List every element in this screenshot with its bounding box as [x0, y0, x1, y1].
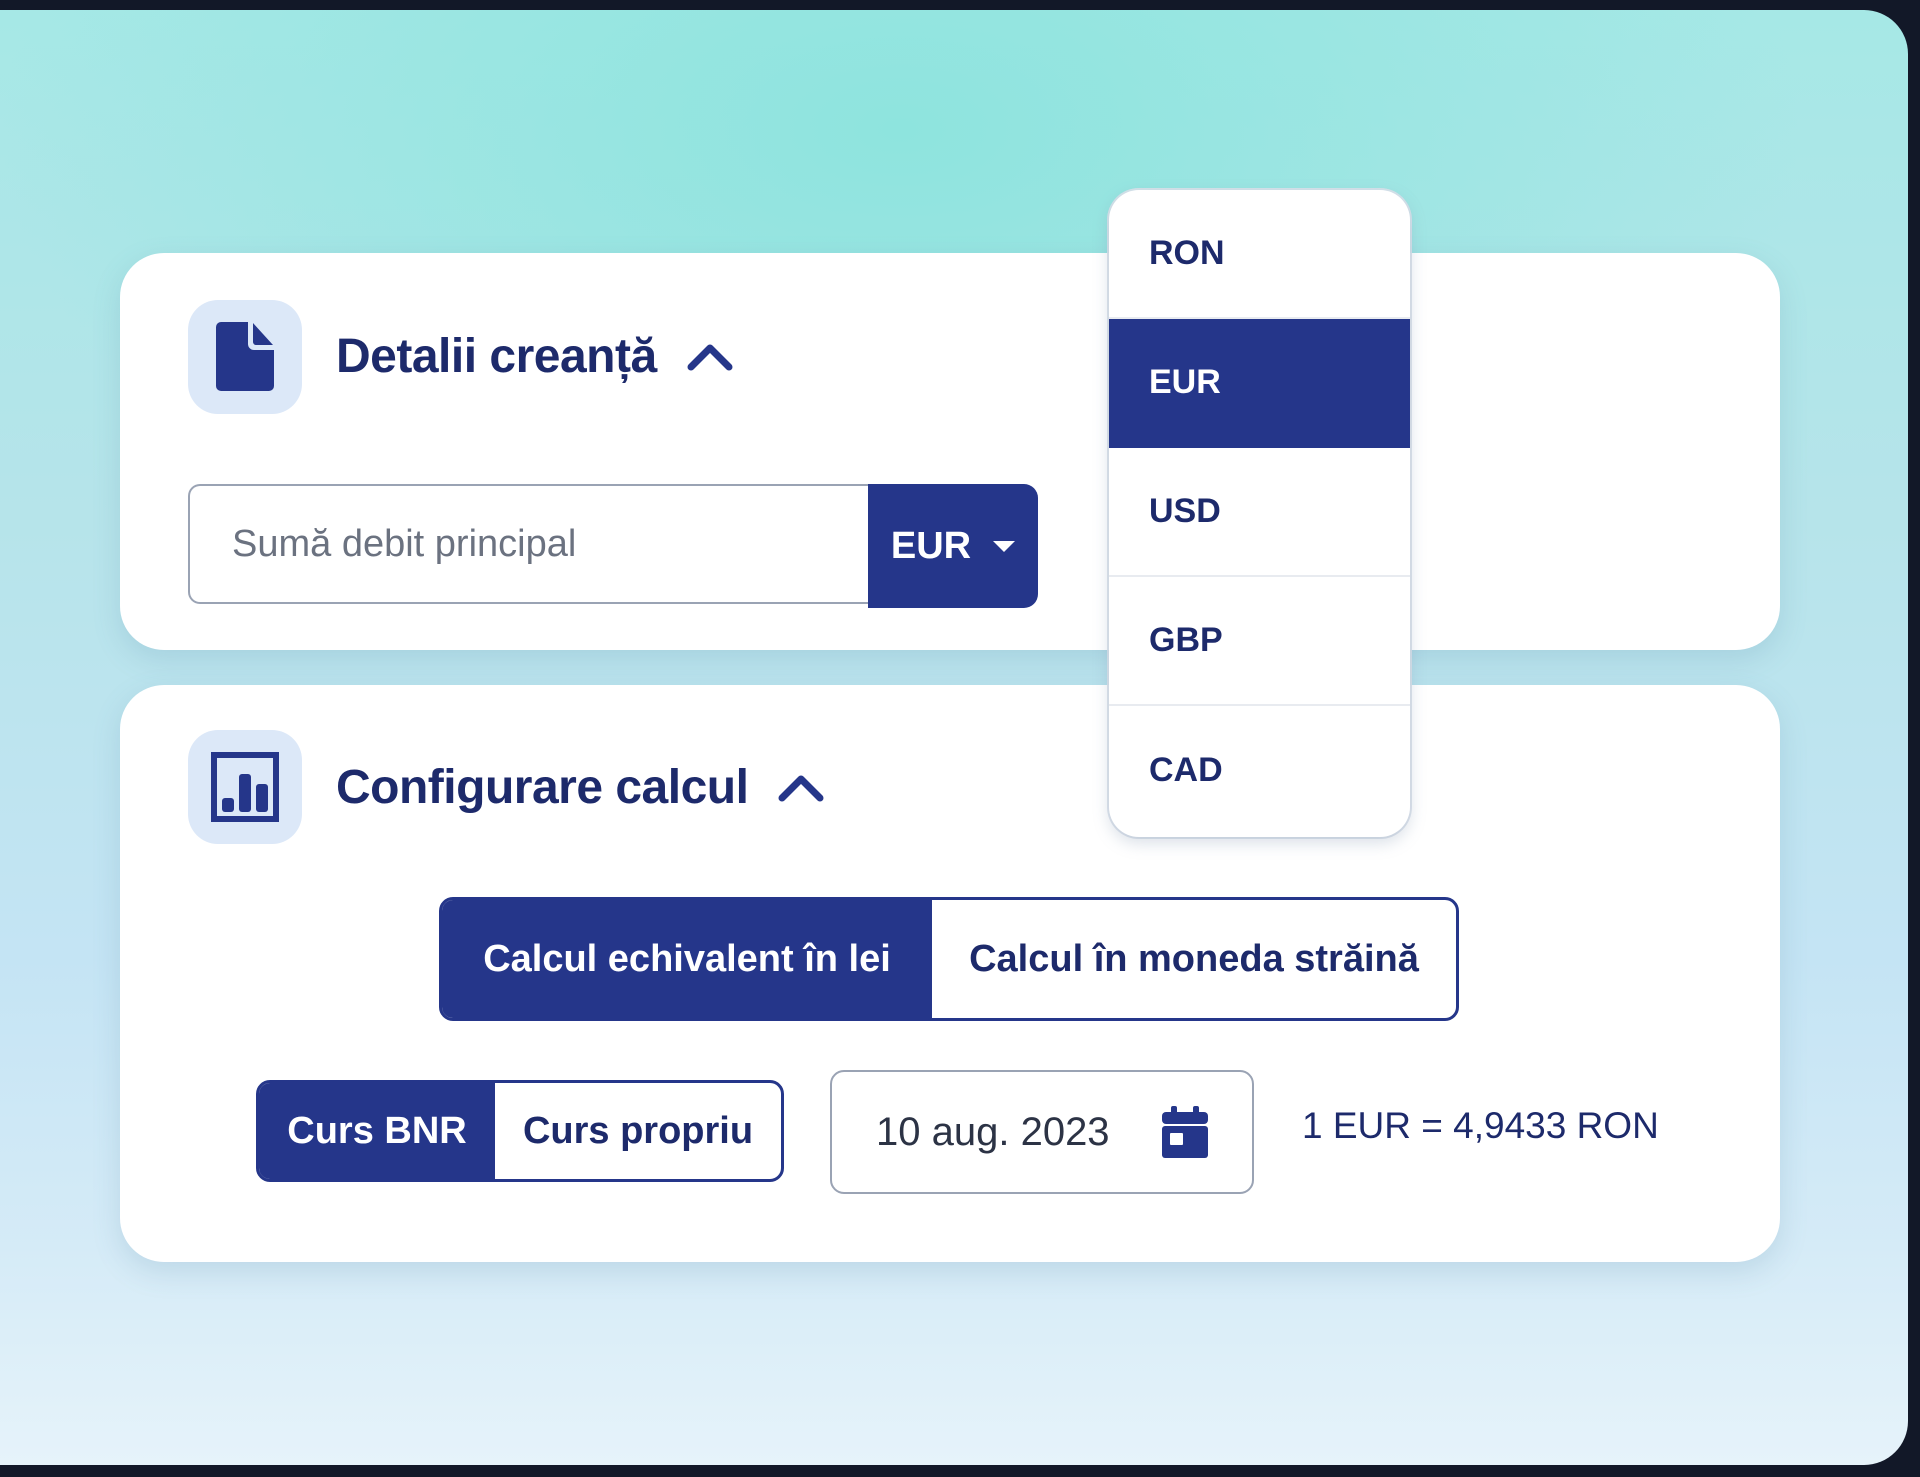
bar-chart-icon: [211, 752, 279, 822]
exchange-rate-text: 1 EUR = 4,9433 RON: [1302, 1105, 1659, 1146]
currency-option-gbp[interactable]: GBP: [1109, 577, 1410, 706]
currency-select-value: EUR: [890, 524, 972, 567]
currency-dropdown-menu: RON EUR USD GBP CAD: [1109, 190, 1410, 837]
chevron-up-icon[interactable]: [687, 341, 733, 371]
rate-source-toggle: Curs BNR Curs propriu: [256, 1080, 784, 1182]
currency-option-eur[interactable]: EUR: [1109, 319, 1410, 448]
rate-date-value: 10 aug. 2023: [876, 1109, 1110, 1154]
calc-mode-toggle: Calcul echivalent în lei Calcul în moned…: [439, 897, 1459, 1021]
currency-option-usd[interactable]: USD: [1109, 448, 1410, 577]
rate-date-picker[interactable]: 10 aug. 2023: [830, 1070, 1254, 1194]
app-screen: Detalii creanță EUR Configurare calcul: [0, 10, 1908, 1465]
calendar-icon[interactable]: [1162, 1106, 1208, 1158]
chevron-up-icon[interactable]: [778, 772, 824, 802]
section-title: Detalii creanță: [336, 329, 657, 383]
calc-mode-foreign-option[interactable]: Calcul în moneda străină: [932, 900, 1456, 1018]
currency-option-cad[interactable]: CAD: [1109, 706, 1410, 835]
chart-icon-badge: [188, 730, 302, 844]
debt-details-header[interactable]: Detalii creanță: [336, 319, 733, 393]
calc-config-header[interactable]: Configurare calcul: [336, 750, 824, 824]
currency-option-ron[interactable]: RON: [1109, 190, 1410, 319]
section-title: Configurare calcul: [336, 760, 749, 814]
rate-source-bnr-option[interactable]: Curs BNR: [259, 1083, 495, 1179]
principal-amount-input[interactable]: [188, 484, 868, 604]
calc-mode-lei-option[interactable]: Calcul echivalent în lei: [442, 900, 932, 1018]
currency-select-button[interactable]: EUR: [868, 484, 1038, 608]
rate-source-own-option[interactable]: Curs propriu: [495, 1083, 781, 1179]
caret-down-icon: [993, 540, 1016, 552]
document-icon-badge: [188, 300, 302, 414]
debt-details-card: Detalii creanță EUR: [120, 253, 1780, 650]
document-icon: [216, 322, 274, 391]
calc-config-card: Configurare calcul Calcul echivalent în …: [120, 685, 1780, 1262]
